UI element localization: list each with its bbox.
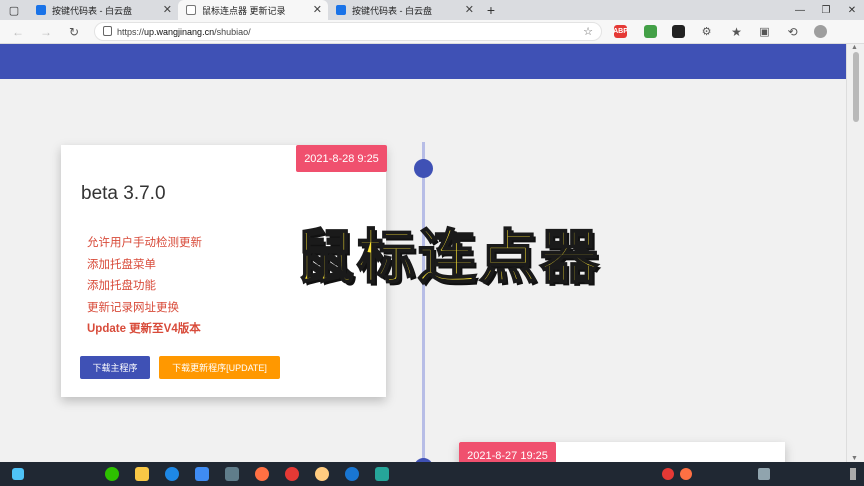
url-path: /shubiao/: [214, 26, 251, 37]
change-item: Update 更新至V4版本: [87, 323, 201, 335]
page-favicon-icon: [186, 5, 196, 15]
date-badge: 2021-8-27 19:25: [459, 442, 556, 462]
app-green-icon[interactable]: [370, 462, 394, 486]
extension-dark-icon[interactable]: [672, 25, 685, 38]
close-tab-icon[interactable]: ✕: [163, 3, 172, 16]
cloud-favicon-icon: [36, 5, 46, 15]
profile-avatar[interactable]: [814, 25, 827, 38]
favorite-add-icon[interactable]: ☆: [583, 25, 593, 38]
tab-changelog[interactable]: 鼠标连点器 更新记录 ✕: [178, 0, 328, 20]
back-icon[interactable]: ←: [10, 24, 26, 40]
change-item: 更新记录网址更换: [87, 301, 179, 314]
cloud-favicon-icon: [336, 5, 346, 15]
microphone-icon[interactable]: [250, 462, 274, 486]
favorites-icon[interactable]: ★: [730, 25, 743, 39]
app-blue-icon[interactable]: [190, 462, 214, 486]
scroll-up-icon[interactable]: ▲: [851, 44, 858, 51]
download-update-button[interactable]: 下载更新程序[UPDATE]: [159, 356, 280, 379]
timeline-dot: [414, 159, 433, 178]
app-feather-icon[interactable]: [340, 462, 364, 486]
close-window-icon[interactable]: ✕: [838, 0, 864, 20]
show-desktop-icon[interactable]: [850, 468, 856, 480]
minimize-icon[interactable]: —: [786, 0, 814, 20]
tray-network-icon[interactable]: [758, 468, 770, 480]
extension-green-icon[interactable]: [644, 25, 657, 38]
date-badge: 2021-8-28 9:25: [296, 145, 387, 172]
file-explorer-icon[interactable]: [130, 462, 154, 486]
page-header: [0, 44, 846, 79]
extensions-puzzle-icon[interactable]: ⚙: [700, 25, 713, 38]
version-title: beta 3.7.0: [81, 183, 166, 204]
url-host: up.wangjinang.cn: [144, 26, 215, 37]
address-bar[interactable]: https://up.wangjinang.cn/shubiao/ ☆: [94, 22, 602, 41]
scrollbar[interactable]: ▲ ▼: [846, 44, 864, 462]
change-list: 允许用户手动检测更新 添加托盘菜单 添加托盘功能 更新记录网址更换 Update…: [87, 233, 202, 341]
tab-label: 按键代码表 - 白云盘: [352, 5, 432, 16]
history-icon[interactable]: ⟲: [786, 25, 799, 39]
tab-label: 按键代码表 - 白云盘: [52, 5, 132, 16]
restore-icon[interactable]: ❐: [812, 0, 840, 20]
change-item: 允许用户手动检测更新: [87, 237, 202, 249]
overlay-title: 鼠标连点器: [295, 222, 602, 292]
edge-icon[interactable]: [160, 462, 184, 486]
timeline-line: [422, 142, 425, 462]
tray-record-icon[interactable]: [662, 468, 674, 480]
lock-icon: [103, 26, 112, 36]
scroll-down-icon[interactable]: ▼: [851, 455, 858, 462]
tab-strip: ▢ 按键代码表 - 白云盘 ✕ 鼠标连点器 更新记录 ✕ 按键代码表 - 白云盘…: [0, 0, 864, 20]
change-item: 添加托盘菜单: [87, 258, 156, 271]
tab-keycode-1[interactable]: 按键代码表 - 白云盘 ✕: [28, 0, 178, 20]
refresh-icon[interactable]: ↻: [66, 24, 82, 40]
forward-icon[interactable]: →: [38, 24, 54, 40]
scrollbar-thumb[interactable]: [853, 52, 859, 122]
tab-actions-icon[interactable]: ▢: [0, 0, 28, 20]
adblock-extension-icon[interactable]: ABP: [613, 25, 628, 38]
taskbar: [0, 462, 864, 486]
download-main-button[interactable]: 下载主程序: [80, 356, 150, 379]
app-grid-icon[interactable]: [220, 462, 244, 486]
tab-keycode-2[interactable]: 按键代码表 - 白云盘 ✕: [328, 0, 480, 20]
tab-label: 鼠标连点器 更新记录: [202, 5, 286, 16]
app-avatar-icon[interactable]: [310, 462, 334, 486]
close-tab-icon[interactable]: ✕: [313, 3, 322, 16]
wechat-icon[interactable]: [100, 462, 124, 486]
record-icon[interactable]: [280, 462, 304, 486]
close-tab-icon[interactable]: ✕: [465, 3, 474, 16]
start-icon[interactable]: [6, 462, 30, 486]
toolbar: ← → ↻ https://up.wangjinang.cn/shubiao/ …: [0, 20, 864, 44]
collections-icon[interactable]: ▣: [758, 25, 771, 38]
change-item: 添加托盘功能: [87, 280, 156, 292]
tray-app-icon[interactable]: [680, 468, 692, 480]
new-tab-button[interactable]: +: [480, 0, 502, 20]
url-text: https://up.wangjinang.cn/shubiao/: [117, 27, 251, 37]
url-scheme: https://: [117, 26, 145, 37]
